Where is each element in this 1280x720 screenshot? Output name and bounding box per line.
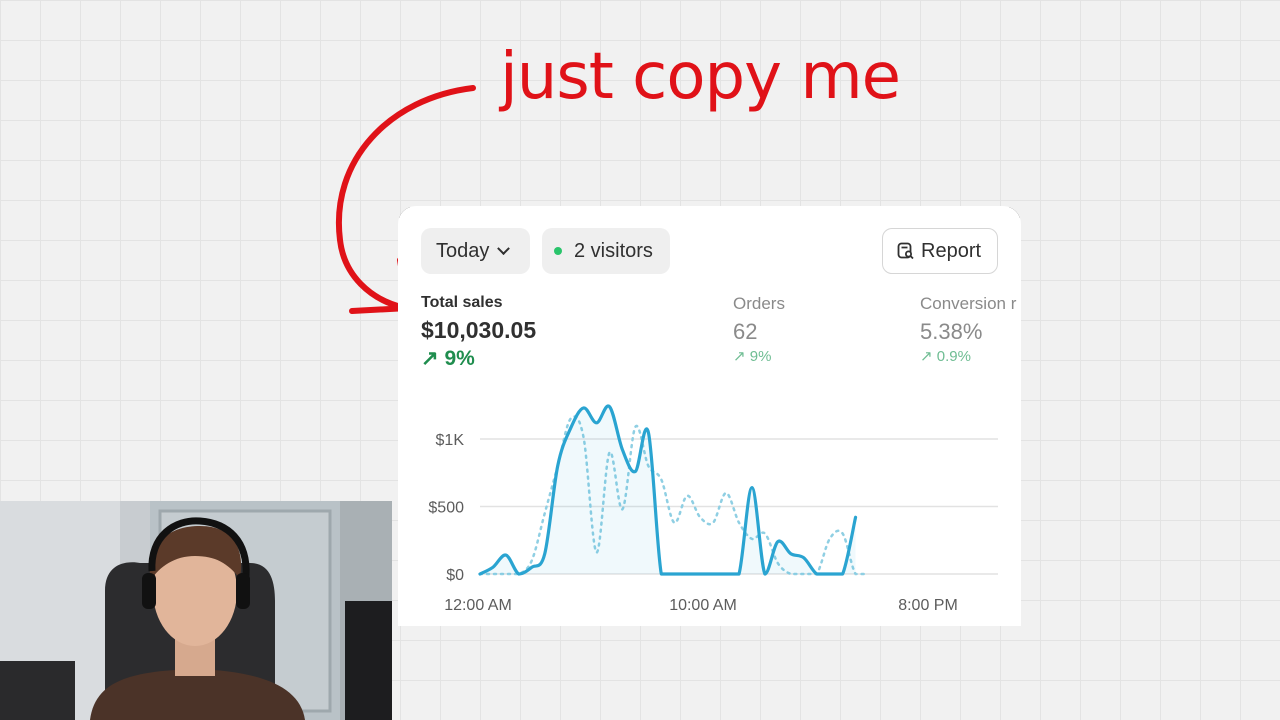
sales-line-chart: $0 $500 $1K 12:00 AM 10:00 AM 8:00 PM xyxy=(428,404,998,614)
report-label: Report xyxy=(921,239,982,262)
metric-label: Total sales xyxy=(421,294,503,311)
report-button[interactable]: Report xyxy=(882,228,998,274)
trend-up-icon: ↗ xyxy=(421,347,439,370)
sales-dashboard-card: Today 2 visitors Report Total sales $10,… xyxy=(398,206,1021,626)
report-search-icon xyxy=(897,242,914,260)
visitors-label: 2 visitors xyxy=(574,239,653,262)
metric-value: $10,030.05 xyxy=(421,317,537,343)
metric-value: 5.38% xyxy=(920,319,983,344)
metric-label: Orders xyxy=(733,294,785,313)
webcam-feed xyxy=(0,501,392,720)
date-filter-label: Today xyxy=(436,239,490,262)
live-visitors-badge[interactable]: 2 visitors xyxy=(542,228,670,274)
metric-delta: ↗ 9% xyxy=(421,347,475,370)
y-tick-label: $1K xyxy=(436,432,465,449)
live-dot-icon xyxy=(554,247,562,255)
x-tick-label: 12:00 AM xyxy=(444,597,512,614)
metric-delta: ↗ 9% xyxy=(733,348,772,365)
x-tick-label: 8:00 PM xyxy=(898,597,958,614)
y-tick-label: $0 xyxy=(446,567,464,584)
metric-value: 62 xyxy=(733,319,758,344)
series-previous-line xyxy=(478,415,870,576)
annotation-text: just copy me xyxy=(500,40,901,114)
metric-total-sales[interactable]: Total sales $10,030.05 ↗ 9% xyxy=(421,294,536,371)
x-tick-label: 10:00 AM xyxy=(669,597,737,614)
metric-conversion-rate[interactable]: Conversion r 5.38% ↗ 0.9% xyxy=(920,294,1016,365)
metric-orders[interactable]: Orders 62 ↗ 9% xyxy=(733,294,785,365)
trend-up-icon: ↗ xyxy=(920,348,933,365)
y-tick-label: $500 xyxy=(428,500,464,517)
metric-delta: ↗ 0.9% xyxy=(920,348,971,365)
date-filter-button[interactable]: Today xyxy=(421,228,530,274)
metric-label: Conversion r xyxy=(920,294,1017,313)
trend-up-icon: ↗ xyxy=(733,348,746,365)
chevron-down-icon xyxy=(497,241,511,255)
